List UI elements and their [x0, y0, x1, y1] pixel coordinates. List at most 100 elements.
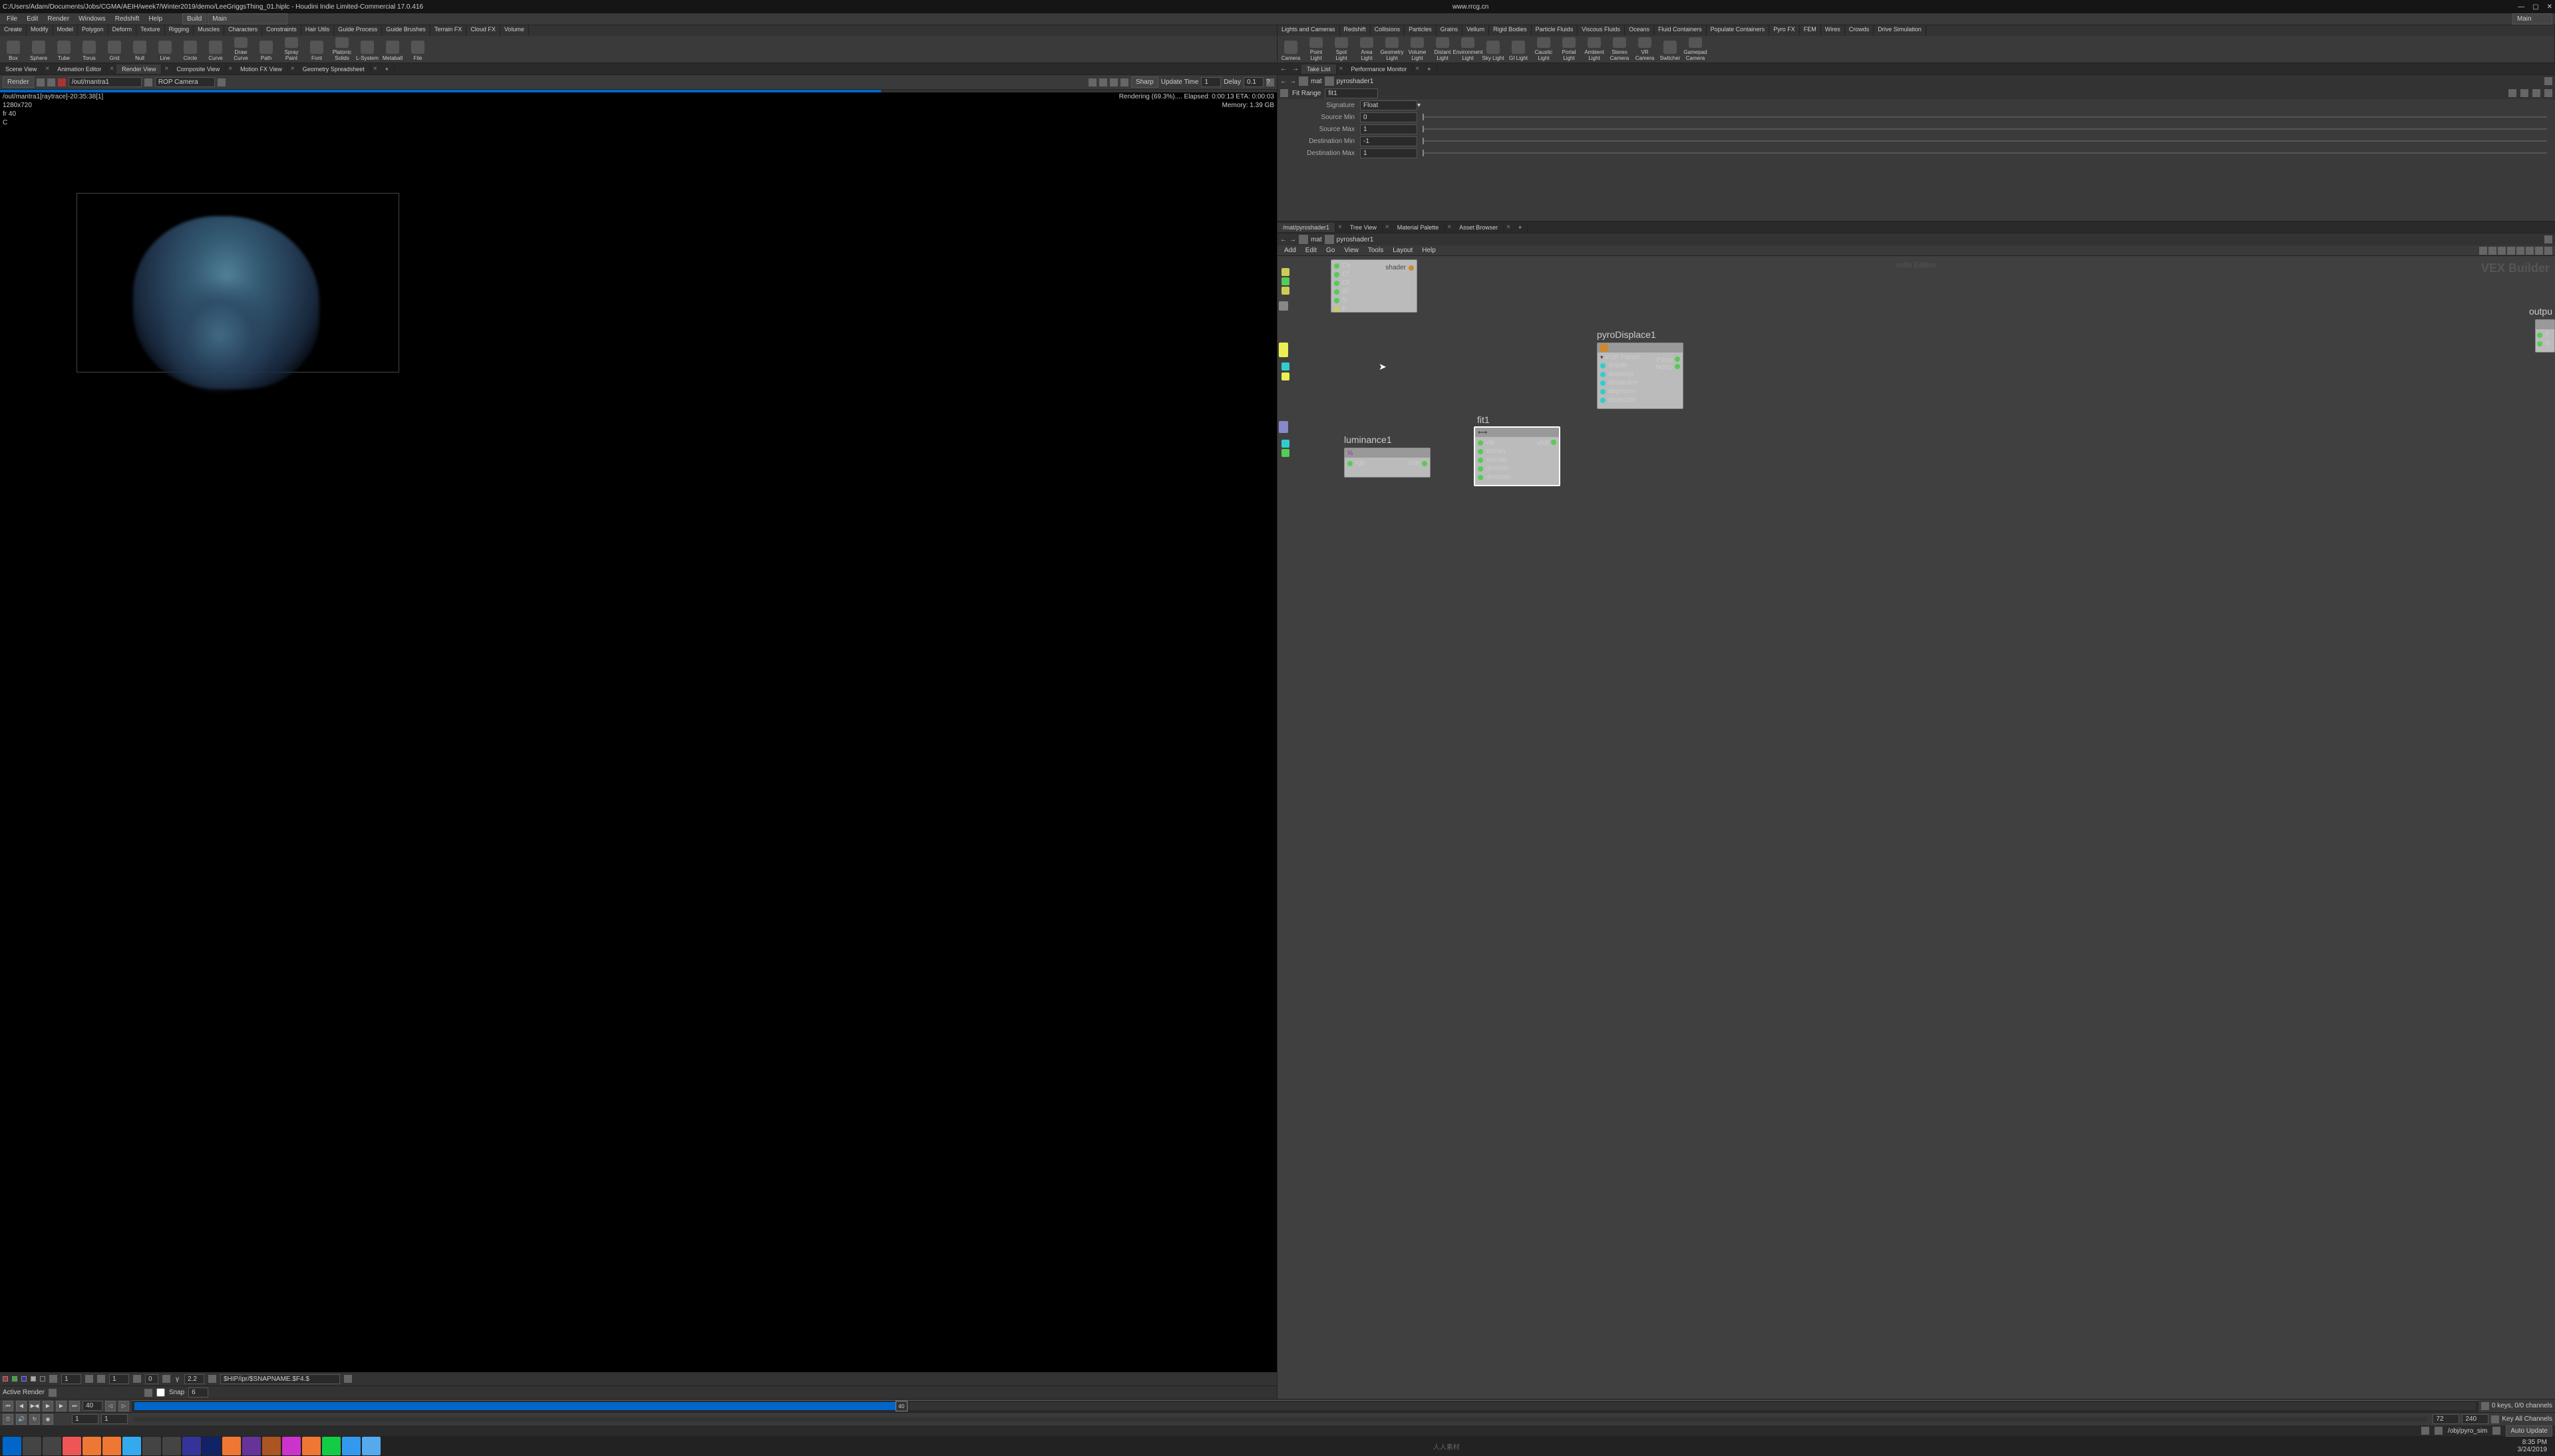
- gamma-icon[interactable]: [162, 1375, 170, 1383]
- param-slider[interactable]: [1423, 152, 2547, 154]
- task-app-icon[interactable]: [342, 1437, 361, 1455]
- render-path-field[interactable]: [69, 77, 142, 87]
- shelf-tab[interactable]: Oceans: [1625, 25, 1654, 36]
- pyrodisplace-node[interactable]: ▾ VOP Param... dispdir dispamp dispactiv…: [1597, 343, 1683, 409]
- shelf-tool-l-system[interactable]: L-System: [355, 37, 379, 61]
- node-icon2[interactable]: [1325, 235, 1334, 244]
- net-bread-ctx[interactable]: mat: [1311, 236, 1322, 243]
- vb-frame2[interactable]: [109, 1374, 129, 1384]
- shelf-tab[interactable]: Model: [53, 25, 79, 36]
- edge-node[interactable]: [1281, 268, 1289, 276]
- fwd-icon[interactable]: →: [1289, 65, 1301, 73]
- prev-frame-button[interactable]: ◀: [16, 1401, 27, 1411]
- shelf-tab[interactable]: FEM: [1800, 25, 1821, 36]
- shelf-tab[interactable]: Terrain FX: [430, 25, 467, 36]
- vb-icon3[interactable]: [97, 1375, 105, 1383]
- build-desktop-button[interactable]: Build: [182, 13, 206, 25]
- shelf-tab[interactable]: Constraints: [262, 25, 301, 36]
- tab-add-r[interactable]: +: [1422, 65, 1437, 74]
- shelf-tool-point-light[interactable]: Point Light: [1304, 37, 1328, 61]
- net-edit[interactable]: Edit: [1301, 246, 1321, 255]
- edge-node[interactable]: [1281, 440, 1289, 448]
- tray-time[interactable]: 8:35 PM3/24/2019: [2512, 1439, 2553, 1453]
- start-button[interactable]: [3, 1437, 21, 1455]
- range-total-field[interactable]: [2462, 1414, 2488, 1424]
- tab-render-view[interactable]: Render View: [116, 65, 162, 74]
- network-canvas[interactable]: VEX Builder Indie Edition Ce Cf: [1278, 256, 2555, 1399]
- shelf-tab[interactable]: Volume: [500, 25, 529, 36]
- help2-icon[interactable]: [2520, 89, 2528, 97]
- main-selector-right[interactable]: Main: [2512, 13, 2552, 25]
- range-start-field[interactable]: [72, 1414, 98, 1424]
- ch-g-icon[interactable]: [12, 1376, 17, 1382]
- mat-icon2[interactable]: [1299, 235, 1308, 244]
- param-field-source-min[interactable]: [1360, 112, 1417, 122]
- net-add[interactable]: Add: [1280, 246, 1300, 255]
- fwd-icon[interactable]: →: [1289, 78, 1296, 85]
- shelf-tool-switcher[interactable]: Switcher: [1658, 37, 1682, 61]
- shelf-tool-draw-curve[interactable]: Draw Curve: [229, 37, 253, 61]
- shelf-tab[interactable]: Muscles: [194, 25, 224, 36]
- net-ic7[interactable]: [2535, 247, 2543, 255]
- net-ic4[interactable]: [2507, 247, 2515, 255]
- tab-scene-view[interactable]: Scene View: [0, 65, 43, 74]
- last-frame-button[interactable]: ⏭: [69, 1401, 80, 1411]
- maximize-icon[interactable]: ▢: [2532, 3, 2538, 11]
- bread-node[interactable]: pyroshader1: [1337, 78, 1374, 85]
- menu-edit[interactable]: Edit: [23, 14, 42, 24]
- net-ic3[interactable]: [2498, 247, 2506, 255]
- disk-icon[interactable]: [344, 1375, 352, 1383]
- shelf-tool-stereo-camera[interactable]: Stereo Camera: [1608, 37, 1631, 61]
- shelf-tool-distant-light[interactable]: Distant Light: [1431, 37, 1454, 61]
- param-field-source-max[interactable]: [1360, 124, 1417, 134]
- main-selector[interactable]: Main: [208, 13, 287, 25]
- luminance-node[interactable]: ⅓ rgblum: [1344, 448, 1431, 478]
- ch-a-icon[interactable]: [31, 1376, 36, 1382]
- net-ic1[interactable]: [2479, 247, 2487, 255]
- tab-anim-editor[interactable]: Animation Editor: [52, 65, 107, 74]
- net-tab-current[interactable]: /mat/pyroshader1: [1278, 223, 1335, 232]
- edge-node[interactable]: [1281, 449, 1289, 457]
- status-icon1[interactable]: [2421, 1427, 2429, 1435]
- tab-composite-view[interactable]: Composite View: [171, 65, 226, 74]
- net-tab-tree[interactable]: Tree View: [1345, 223, 1383, 232]
- shelf-tool-geometry-light[interactable]: Geometry Light: [1380, 37, 1404, 61]
- shelf-tab[interactable]: Lights and Cameras: [1278, 25, 1340, 36]
- close-icon[interactable]: ✕: [2547, 3, 2552, 11]
- menu-redshift[interactable]: Redshift: [111, 14, 144, 24]
- shelf-tool-sky-light[interactable]: Sky Light: [1481, 37, 1505, 61]
- shelf-tab[interactable]: Particle Fluids: [1532, 25, 1578, 36]
- shelf-tab[interactable]: Hair Utils: [301, 25, 335, 36]
- shelf-tab[interactable]: Collisions: [1371, 25, 1405, 36]
- light-icon[interactable]: [1099, 78, 1107, 86]
- tab-geo-spreadsheet[interactable]: Geometry Spreadsheet: [297, 65, 371, 74]
- status-icon2[interactable]: [2435, 1427, 2443, 1435]
- net-fwd-icon[interactable]: →: [1289, 236, 1296, 243]
- shelf-tool-ambient-light[interactable]: Ambient Light: [1582, 37, 1606, 61]
- jump-icon[interactable]: [144, 78, 152, 86]
- edge-node[interactable]: [1281, 363, 1289, 370]
- task-explorer-icon[interactable]: [43, 1437, 61, 1455]
- net-ic2[interactable]: [2488, 247, 2496, 255]
- shelf-tab[interactable]: Viscous Fluids: [1578, 25, 1625, 36]
- render-viewport[interactable]: /out/mantra1[raytrace]-20:35:38[1] 1280x…: [0, 90, 1277, 1372]
- timeline-track[interactable]: 40: [134, 1402, 2476, 1410]
- play-button[interactable]: ▶: [43, 1401, 53, 1411]
- net-layout[interactable]: Layout: [1389, 246, 1417, 255]
- task-maya-icon[interactable]: [122, 1437, 141, 1455]
- task-app-icon[interactable]: [142, 1437, 161, 1455]
- shelf-tab[interactable]: Deform: [108, 25, 137, 36]
- help-icon[interactable]: ?: [1266, 78, 1274, 86]
- menu-windows[interactable]: Windows: [75, 14, 110, 24]
- vb-icon5[interactable]: [208, 1375, 216, 1383]
- shelf-tool-curve[interactable]: Curve: [204, 37, 228, 61]
- shelf-tool-caustic-light[interactable]: Caustic Light: [1532, 37, 1556, 61]
- ar-icon[interactable]: [49, 1389, 57, 1397]
- task-id-icon[interactable]: [282, 1437, 301, 1455]
- shelf-tab[interactable]: Drive Simulation: [1874, 25, 1926, 36]
- bread-ctx[interactable]: mat: [1311, 78, 1322, 85]
- edge-node[interactable]: [1281, 277, 1289, 285]
- shelf-tool-camera[interactable]: Camera: [1279, 37, 1303, 61]
- vb-icon4[interactable]: [133, 1375, 141, 1383]
- pin-icon[interactable]: [2544, 77, 2552, 85]
